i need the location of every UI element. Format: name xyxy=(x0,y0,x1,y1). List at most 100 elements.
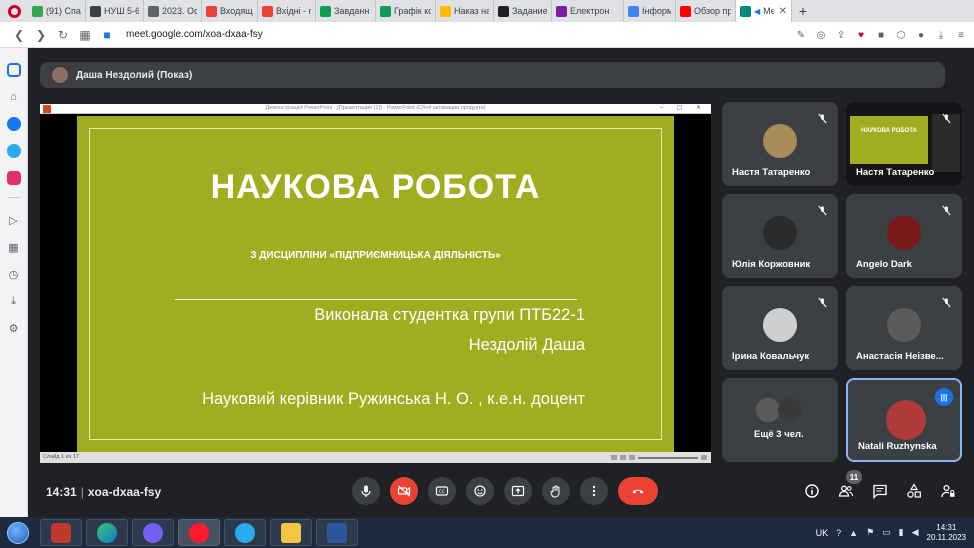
chat-button[interactable] xyxy=(870,481,890,501)
tab-inbox-uk[interactable]: Вхідні - п xyxy=(258,0,316,22)
flag-icon[interactable]: ⚑ xyxy=(866,527,874,538)
meeting-details-button[interactable] xyxy=(802,481,822,501)
share-icon[interactable]: ⇪ xyxy=(834,30,848,41)
participant-tile[interactable]: Юлія Коржовник xyxy=(722,194,838,278)
show-hidden-icon[interactable]: ▲ xyxy=(849,528,858,538)
tab-schedule[interactable]: Графік ко xyxy=(376,0,436,22)
participant-tile-presenting[interactable]: НАУКОВА РОБОТА Настя Татаренко xyxy=(846,102,962,186)
network-icon[interactable]: ▮ xyxy=(899,527,904,538)
taskbar-paint[interactable] xyxy=(40,519,82,546)
reload-icon[interactable]: ↻ xyxy=(52,28,74,42)
camera-off-button[interactable] xyxy=(390,477,418,505)
tab-youtube[interactable]: Обзор пр xyxy=(676,0,736,22)
tab-info[interactable]: Інформа xyxy=(624,0,676,22)
taskbar-word[interactable] xyxy=(316,519,358,546)
heart-icon[interactable]: ♥ xyxy=(854,30,868,41)
telegram-icon[interactable] xyxy=(6,143,22,159)
opera-menu-button[interactable] xyxy=(0,0,28,22)
slide-counter: Слайд 1 из 17 xyxy=(43,454,79,460)
meeting-info: 14:31 | xoa-dxaa-fsy xyxy=(46,485,161,499)
taskbar-explorer[interactable] xyxy=(270,519,312,546)
avatar xyxy=(756,398,780,422)
url-field[interactable]: meet.google.com/xoa-dxaa-fsy xyxy=(126,29,263,40)
tab-spam[interactable]: (91) Спам xyxy=(28,0,86,22)
taskbar-clock[interactable]: 14:31 20.11.2023 xyxy=(927,523,966,543)
download-icon[interactable]: ⤓ xyxy=(934,30,948,41)
speed-dial-icon[interactable]: ▦ xyxy=(6,239,22,255)
language-indicator[interactable]: UK xyxy=(816,528,829,538)
tab-tasks[interactable]: Завданн xyxy=(316,0,376,22)
people-button[interactable] xyxy=(836,481,856,501)
instagram-icon[interactable] xyxy=(6,170,22,186)
history-icon[interactable]: ◷ xyxy=(6,266,22,282)
tab-2023[interactable]: 2023. Ос xyxy=(144,0,202,22)
tab-strip: (91) Спам НУШ 5-6 2023. Ос Входящи Вхідн… xyxy=(0,0,974,22)
forward-icon[interactable]: ❯ xyxy=(30,28,52,42)
host-controls-button[interactable] xyxy=(938,481,958,501)
more-options-button[interactable] xyxy=(580,477,608,505)
present-button[interactable] xyxy=(504,477,532,505)
captions-button[interactable]: CC xyxy=(428,477,456,505)
raise-hand-button[interactable] xyxy=(542,477,570,505)
help-icon[interactable]: ? xyxy=(836,528,841,538)
svg-text:CC: CC xyxy=(439,489,445,495)
volume-icon[interactable]: ◀ xyxy=(912,527,919,538)
downloads-icon[interactable]: ⤓ xyxy=(6,293,22,309)
slide-author-line: Виконала студентка групи ПТБ22-1 xyxy=(314,306,585,324)
meeting-time: 14:31 xyxy=(46,485,77,499)
snapshot-icon[interactable]: ◎ xyxy=(814,30,828,41)
tab-task[interactable]: Задание xyxy=(494,0,552,22)
new-tab-button[interactable]: + xyxy=(792,3,814,19)
taskbar-telegram[interactable] xyxy=(224,519,266,546)
taskbar-edge[interactable] xyxy=(86,519,128,546)
camera-icon[interactable]: ■ xyxy=(96,28,118,42)
slide-sorter-icon xyxy=(629,455,635,460)
reactions-button[interactable] xyxy=(466,477,494,505)
people-icon xyxy=(838,485,854,497)
home-icon[interactable]: ⌂ xyxy=(6,89,22,105)
more-participants-tile[interactable]: Ещё 3 чел. xyxy=(722,378,838,462)
meet-icon xyxy=(740,5,751,17)
presenter-chip[interactable]: Даша Нездолий (Показ) xyxy=(40,62,945,88)
clock-time: 14:31 xyxy=(936,522,957,532)
extensions-icon[interactable]: ⬡ xyxy=(894,30,908,41)
opera-logo-icon xyxy=(7,4,21,18)
mic-button[interactable] xyxy=(352,477,380,505)
tab-inbox-ru[interactable]: Входящи xyxy=(202,0,258,22)
back-icon[interactable]: ❮ xyxy=(8,28,30,42)
word-icon xyxy=(327,522,347,543)
tab-meet[interactable]: ◀Ме✕ xyxy=(736,0,792,22)
participant-tile[interactable]: Angelo Dark xyxy=(846,194,962,278)
tab-order[interactable]: Наказ на xyxy=(436,0,494,22)
close-icon[interactable]: ✕ xyxy=(779,6,787,17)
leave-call-button[interactable] xyxy=(618,477,658,505)
participant-tile[interactable]: Ірина Ковальчук xyxy=(722,286,838,370)
participant-tile[interactable]: Анастасія Неізве... xyxy=(846,286,962,370)
taskbar-opera[interactable] xyxy=(178,519,220,546)
activities-button[interactable] xyxy=(904,481,924,501)
wallet-icon[interactable]: ■ xyxy=(874,30,888,41)
folder-icon xyxy=(281,522,301,543)
taskbar-viber[interactable] xyxy=(132,519,174,546)
classroom-icon xyxy=(320,5,331,17)
tab-nush[interactable]: НУШ 5-6 xyxy=(86,0,144,22)
player-icon[interactable]: ▷ xyxy=(6,212,22,228)
start-button[interactable] xyxy=(0,517,36,548)
battery-icon[interactable]: ▭ xyxy=(882,527,891,538)
opera-icon xyxy=(189,522,209,543)
profile-icon[interactable]: ● xyxy=(914,30,928,41)
participant-tile[interactable]: Настя Татаренко xyxy=(722,102,838,186)
messenger-icon[interactable] xyxy=(6,116,22,132)
settings-icon[interactable]: ⚙ xyxy=(6,320,22,336)
mic-off-icon xyxy=(939,111,953,125)
participant-name: Natali Ruzhynska xyxy=(858,441,937,452)
edit-icon[interactable]: ✎ xyxy=(794,30,808,41)
mic-off-icon xyxy=(815,111,829,125)
docs-icon xyxy=(628,5,639,17)
participant-name: Настя Татаренко xyxy=(732,167,811,178)
menu-icon[interactable]: ≡ xyxy=(954,30,968,41)
opera-home-icon[interactable] xyxy=(6,62,22,78)
tabs-grid-icon[interactable]: ▦ xyxy=(74,28,96,42)
participant-tile-speaking[interactable]: ||| Natali Ruzhynska xyxy=(846,378,962,462)
tab-electron[interactable]: Електрон xyxy=(552,0,624,22)
